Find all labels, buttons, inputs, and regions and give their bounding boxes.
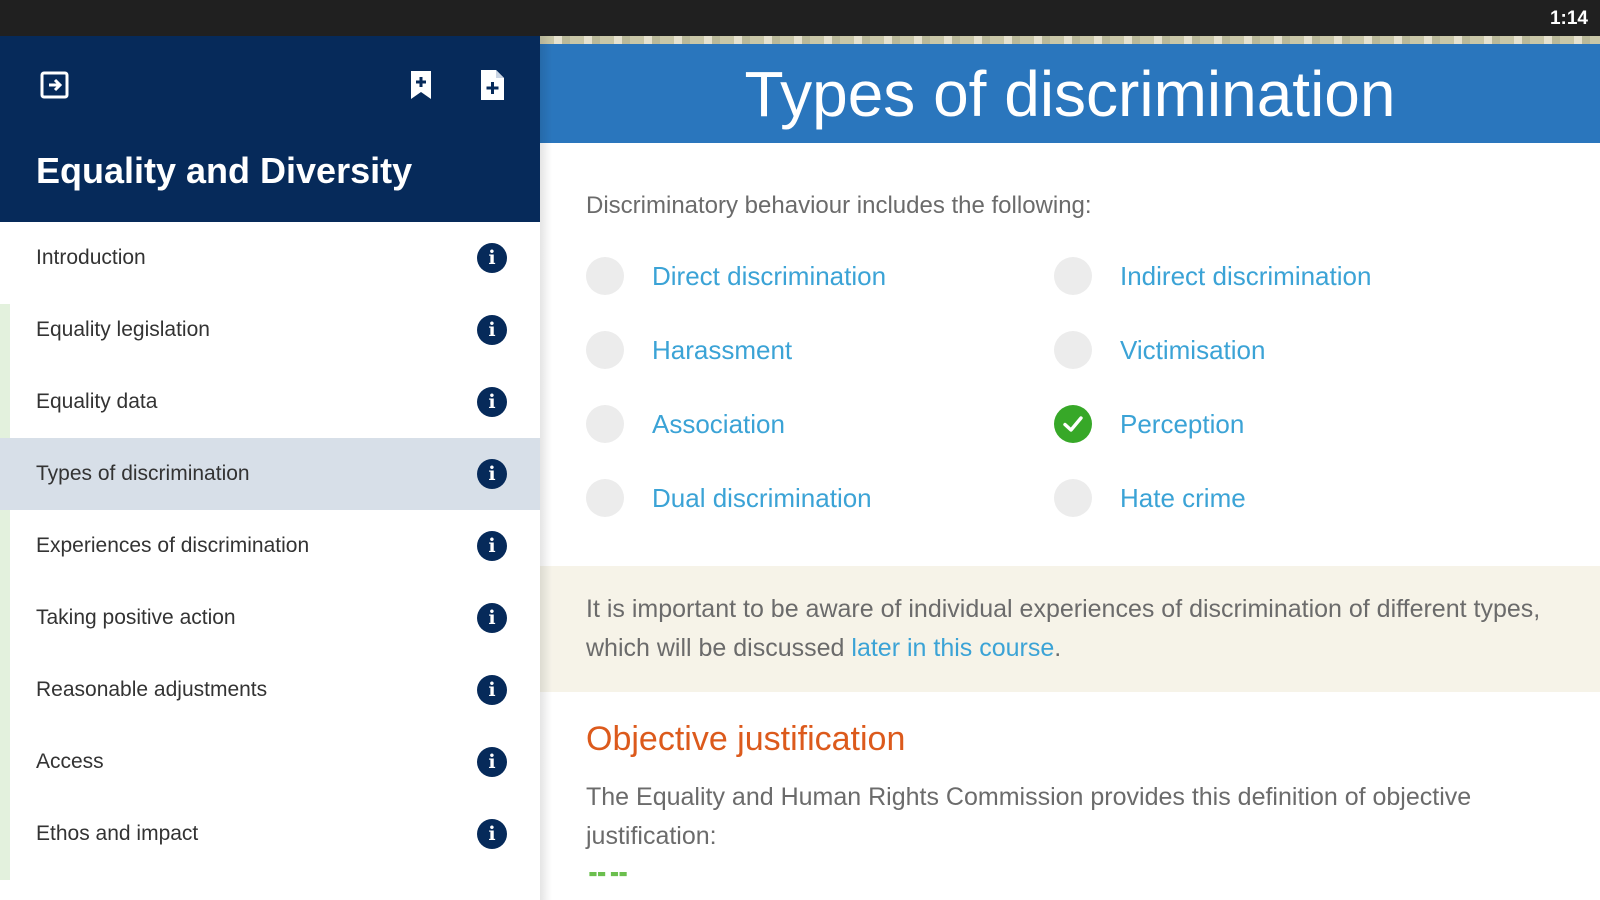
course-title: Equality and Diversity xyxy=(36,150,413,191)
exit-icon[interactable] xyxy=(38,68,72,102)
info-icon[interactable]: i xyxy=(477,315,507,345)
banner-image-strip xyxy=(540,36,1600,44)
type-direct-discrimination[interactable]: Direct discrimination xyxy=(586,254,886,298)
bookmark-add-icon[interactable] xyxy=(404,68,438,102)
page-header: Types of discrimination xyxy=(540,44,1600,143)
sidebar-item-label: Experiences of discrimination xyxy=(36,534,310,557)
type-perception[interactable]: Perception xyxy=(1054,402,1244,446)
info-icon[interactable]: i xyxy=(477,675,507,705)
sidebar-item-reasonable-adjustments[interactable]: Reasonable adjustments i xyxy=(0,654,540,726)
sidebar: Equality and Diversity Introduction i Eq… xyxy=(0,36,540,900)
type-dual-discrimination[interactable]: Dual discrimination xyxy=(586,476,872,520)
status-time: 1:14 xyxy=(1549,8,1588,29)
note-text-before: It is important to be aware of individua… xyxy=(586,595,1541,662)
sidebar-item-label: Reasonable adjustments xyxy=(36,678,268,701)
sidebar-item-experiences-of-discrimination[interactable]: Experiences of discrimination i xyxy=(0,510,540,582)
type-label: Indirect discrimination xyxy=(1120,260,1372,291)
sidebar-item-ethos-and-impact[interactable]: Ethos and impact i xyxy=(0,798,540,870)
note-text: It is important to be aware of individua… xyxy=(586,590,1546,668)
section-text: The Equality and Human Rights Commission… xyxy=(586,783,1472,850)
sidebar-header: Equality and Diversity xyxy=(0,36,540,222)
type-victimisation[interactable]: Victimisation xyxy=(1054,328,1265,372)
type-label: Dual discrimination xyxy=(652,482,872,513)
sidebar-shadow xyxy=(540,36,552,900)
incomplete-indicator xyxy=(1054,257,1092,295)
type-label: Hate crime xyxy=(1120,482,1246,513)
sidebar-menu: Introduction i Equality legislation i Eq… xyxy=(0,222,540,870)
info-icon[interactable]: i xyxy=(477,387,507,417)
type-harassment[interactable]: Harassment xyxy=(586,328,792,372)
type-indirect-discrimination[interactable]: Indirect discrimination xyxy=(1054,254,1371,298)
note-box: It is important to be aware of individua… xyxy=(540,566,1600,692)
main-content: Types of discrimination Discriminatory b… xyxy=(540,36,1600,900)
sidebar-item-label: Access xyxy=(36,750,104,773)
info-icon[interactable]: i xyxy=(477,819,507,849)
incomplete-indicator xyxy=(586,405,624,443)
note-add-icon[interactable] xyxy=(475,68,509,102)
info-icon[interactable]: i xyxy=(477,243,507,273)
sidebar-item-access[interactable]: Access i xyxy=(0,726,540,798)
incomplete-indicator xyxy=(586,479,624,517)
incomplete-indicator xyxy=(1054,479,1092,517)
sidebar-item-types-of-discrimination[interactable]: Types of discrimination i xyxy=(0,438,540,510)
page-title: Types of discrimination xyxy=(744,57,1396,130)
type-label: Victimisation xyxy=(1120,334,1266,365)
sidebar-item-taking-positive-action[interactable]: Taking positive action i xyxy=(0,582,540,654)
type-label: Harassment xyxy=(652,334,793,365)
sidebar-item-label: Ethos and impact xyxy=(36,822,199,845)
sidebar-item-equality-legislation[interactable]: Equality legislation i xyxy=(0,294,540,366)
sidebar-item-label: Equality legislation xyxy=(36,318,210,341)
info-icon[interactable]: i xyxy=(477,459,507,489)
sidebar-item-label: Introduction xyxy=(36,246,146,269)
info-icon[interactable]: i xyxy=(477,747,507,777)
info-icon[interactable]: i xyxy=(477,603,507,633)
type-label: Direct discrimination xyxy=(652,260,887,291)
sidebar-item-label: Taking positive action xyxy=(36,606,236,629)
type-association[interactable]: Association xyxy=(586,402,785,446)
status-bar: 1:14 xyxy=(0,0,1600,36)
type-label: Association xyxy=(652,408,785,439)
note-text-after: . xyxy=(1054,634,1062,662)
sidebar-item-label: Types of discrimination xyxy=(36,462,250,485)
sidebar-item-label: Equality data xyxy=(36,390,158,413)
incomplete-indicator xyxy=(1054,331,1092,369)
quote-mark-icon: ❝❝ xyxy=(586,872,666,886)
type-hate-crime[interactable]: Hate crime xyxy=(1054,476,1246,520)
section-heading: Objective justification xyxy=(586,720,906,758)
later-in-course-link[interactable]: later in this course xyxy=(851,634,1054,662)
type-label: Perception xyxy=(1120,408,1245,439)
intro-text: Discriminatory behaviour includes the fo… xyxy=(586,192,1092,219)
info-icon[interactable]: i xyxy=(477,531,507,561)
incomplete-indicator xyxy=(586,257,624,295)
checkmark-icon xyxy=(1054,405,1092,443)
incomplete-indicator xyxy=(586,331,624,369)
sidebar-item-equality-data[interactable]: Equality data i xyxy=(0,366,540,438)
sidebar-item-introduction[interactable]: Introduction i xyxy=(0,222,540,294)
